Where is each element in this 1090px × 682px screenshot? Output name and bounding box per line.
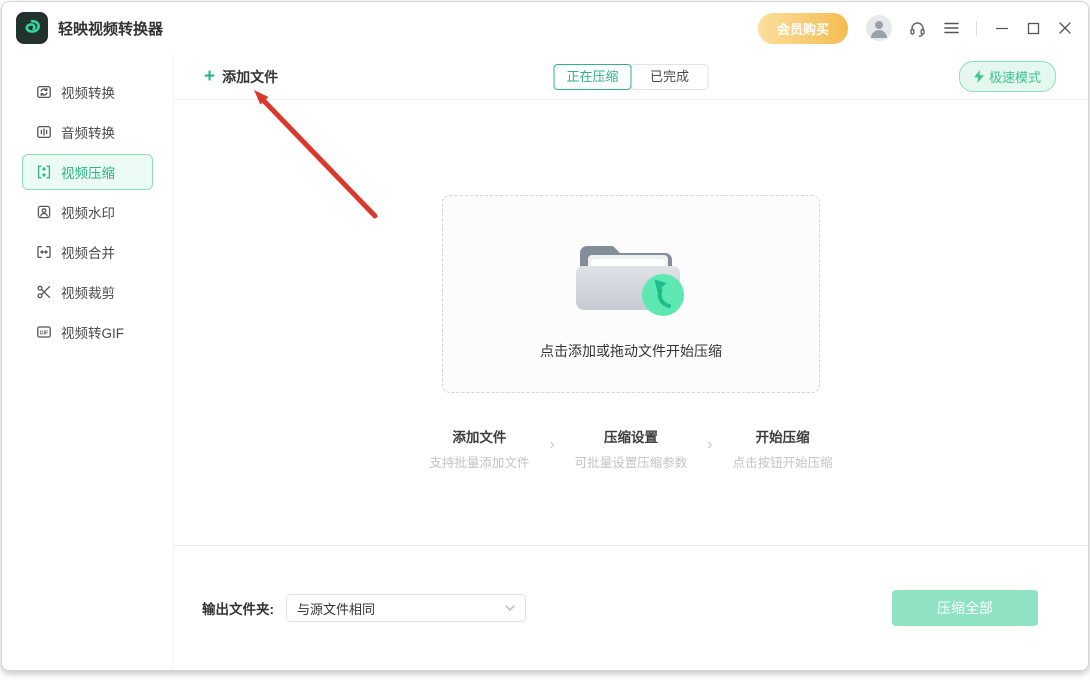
sidebar-item-label: 视频转换 <box>61 86 115 101</box>
step-subtitle: 点击按钮开始压缩 <box>732 456 833 470</box>
video-compress-icon <box>36 164 52 180</box>
footer-bar: 输出文件夹: 与源文件相同 压缩全部 <box>174 545 1088 670</box>
minimize-icon[interactable] <box>995 21 1009 35</box>
maximize-icon[interactable] <box>1027 22 1040 35</box>
sidebar-item-video-compress[interactable]: 视频压缩 <box>22 154 153 190</box>
sidebar-item-video-watermark[interactable]: 视频水印 <box>22 194 153 230</box>
add-files-button[interactable]: + 添加文件 <box>204 67 278 87</box>
chevron-right-icon: › <box>549 436 555 453</box>
plus-icon: + <box>204 66 216 87</box>
sidebar-item-video-trim[interactable]: 视频裁剪 <box>22 274 153 310</box>
lightning-bolt-icon <box>973 70 984 83</box>
sidebar-item-video-convert[interactable]: 视频转换 <box>22 74 153 110</box>
folder-upload-icon <box>576 246 684 316</box>
dropzone-hint-text: 点击添加或拖动文件开始压缩 <box>540 343 722 359</box>
video-trim-scissors-icon <box>36 284 52 300</box>
user-avatar-icon[interactable] <box>866 15 892 41</box>
video-watermark-icon <box>36 204 52 220</box>
app-logo-icon <box>16 12 48 44</box>
compress-all-button[interactable]: 压缩全部 <box>892 590 1038 626</box>
vip-purchase-button[interactable]: 会员购买 <box>757 12 848 44</box>
video-convert-icon <box>36 84 52 100</box>
step-add-files: 添加文件 支持批量添加文件 <box>429 426 529 471</box>
sidebar-item-label: 视频转GIF <box>61 326 124 341</box>
content-header: + 添加文件 正在压缩 已完成 极速模式 <box>174 54 1088 100</box>
turbo-mode-button[interactable]: 极速模式 <box>958 61 1056 92</box>
output-folder-value: 与源文件相同 <box>297 601 376 617</box>
output-folder-select[interactable]: 与源文件相同 <box>286 594 526 622</box>
sidebar-item-label: 视频裁剪 <box>61 286 115 301</box>
step-subtitle: 支持批量添加文件 <box>429 456 530 470</box>
add-files-label: 添加文件 <box>222 68 279 85</box>
compress-status-tabs: 正在压缩 已完成 <box>553 63 709 90</box>
titlebar-separator <box>976 20 977 36</box>
sidebar: 视频转换 音频转换 视频压缩 视频水印 视频合并 视频裁剪 GIF 视频转GIF <box>2 54 174 670</box>
content-area: + 添加文件 正在压缩 已完成 极速模式 点击添加或拖动文件开始压缩 添加文件 … <box>174 54 1088 670</box>
step-compress-settings: 压缩设置 可批量设置压缩参数 <box>575 426 688 471</box>
step-title: 开始压缩 <box>755 430 810 445</box>
sidebar-item-label: 视频水印 <box>61 206 115 221</box>
titlebar: 轻映视频转换器 会员购买 <box>2 2 1088 54</box>
sidebar-item-audio-convert[interactable]: 音频转换 <box>22 114 153 150</box>
video-to-gif-icon: GIF <box>36 324 52 340</box>
turbo-mode-label: 极速模式 <box>988 70 1041 85</box>
output-folder-label: 输出文件夹: <box>202 602 274 617</box>
sidebar-item-label: 视频压缩 <box>61 166 115 181</box>
tab-completed[interactable]: 已完成 <box>630 63 709 90</box>
file-dropzone[interactable]: 点击添加或拖动文件开始压缩 <box>442 195 820 393</box>
sidebar-item-video-to-gif[interactable]: GIF 视频转GIF <box>22 314 153 350</box>
step-title: 添加文件 <box>452 430 507 445</box>
headset-icon[interactable] <box>908 19 927 38</box>
svg-text:GIF: GIF <box>40 330 49 336</box>
app-window: 轻映视频转换器 会员购买 视频转换 音频转换 视频压缩 视频水印 视频合并 视频… <box>1 1 1089 671</box>
chevron-right-icon: › <box>707 436 713 453</box>
step-start-compress: 开始压缩 点击按钮开始压缩 <box>733 426 833 471</box>
hamburger-menu-icon[interactable] <box>943 21 960 35</box>
content-body: 点击添加或拖动文件开始压缩 添加文件 支持批量添加文件 › 压缩设置 可批量设置… <box>174 100 1088 545</box>
sidebar-item-label: 音频转换 <box>61 126 115 141</box>
sidebar-item-video-merge[interactable]: 视频合并 <box>22 234 153 270</box>
step-title: 压缩设置 <box>603 430 658 445</box>
step-subtitle: 可批量设置压缩参数 <box>574 456 688 470</box>
close-icon[interactable] <box>1058 21 1072 35</box>
sidebar-item-label: 视频合并 <box>61 246 115 261</box>
chevron-down-icon <box>505 605 515 611</box>
app-title: 轻映视频转换器 <box>58 20 164 38</box>
tab-compressing[interactable]: 正在压缩 <box>553 63 632 90</box>
workflow-steps: 添加文件 支持批量添加文件 › 压缩设置 可批量设置压缩参数 › 开始压缩 点击… <box>174 426 1088 471</box>
audio-convert-icon <box>36 124 52 140</box>
video-merge-icon <box>36 244 52 260</box>
